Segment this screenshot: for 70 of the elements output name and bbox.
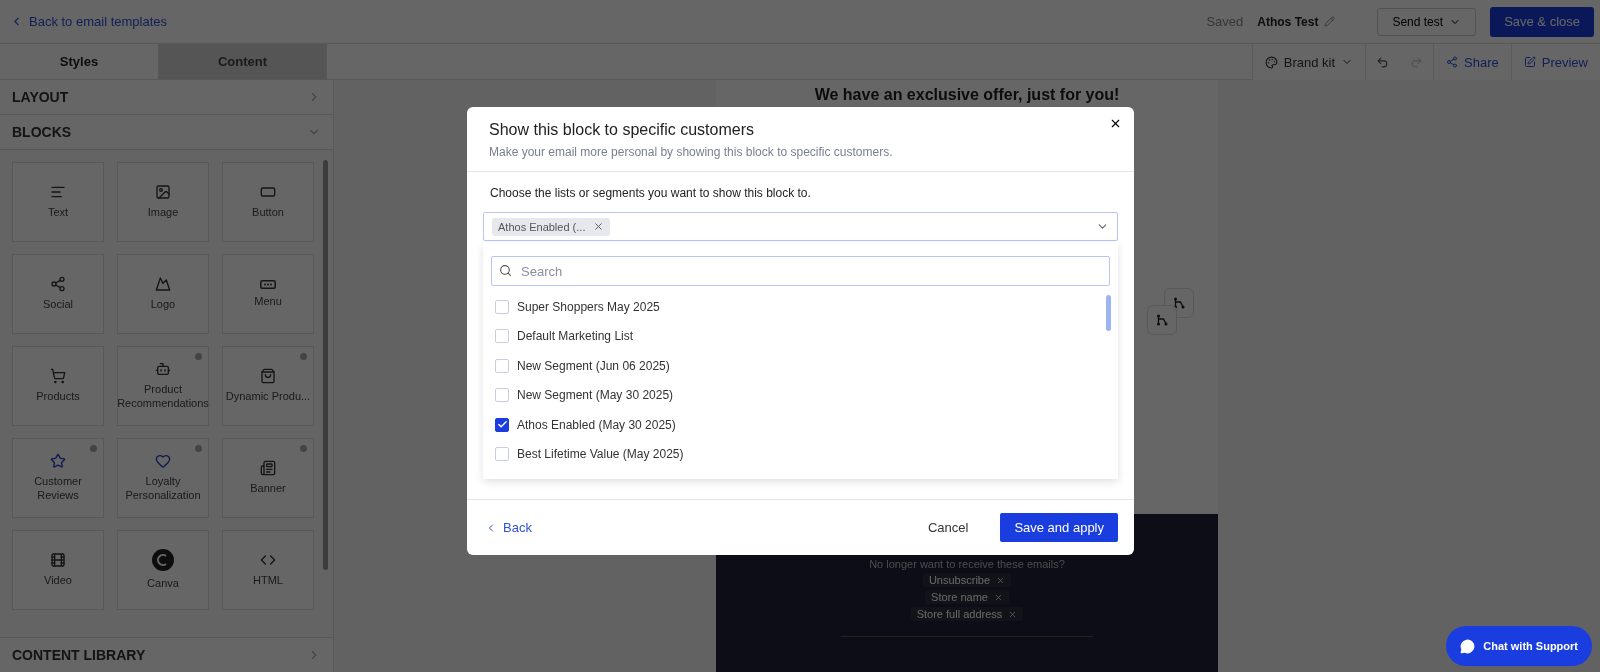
segment-option[interactable]: Default Marketing List bbox=[491, 321, 1110, 351]
segment-select[interactable]: Athos Enabled (... bbox=[483, 212, 1118, 241]
segment-option[interactable]: Super Shoppers May 2025 bbox=[491, 292, 1110, 322]
dialog-subtitle: Make your email more personal by showing this block to specific customers. bbox=[489, 145, 894, 159]
image-icon bbox=[155, 184, 171, 201]
editor-tab[interactable]: Content bbox=[159, 44, 327, 79]
preview-button[interactable]: Preview bbox=[1510, 44, 1600, 80]
undo-button[interactable] bbox=[1365, 44, 1400, 80]
preview-icon bbox=[1523, 56, 1536, 68]
dots-icon bbox=[260, 279, 276, 289]
block-tile[interactable]: Customer Reviews bbox=[12, 438, 104, 518]
block-tile[interactable]: Logo bbox=[117, 254, 209, 334]
chat-button[interactable]: Chat with Support bbox=[1446, 626, 1592, 666]
scrollbar bbox=[1106, 295, 1111, 331]
template-name: Athos Test bbox=[1257, 14, 1319, 29]
close-icon bbox=[1008, 609, 1018, 619]
search-icon bbox=[499, 264, 512, 277]
segment-option[interactable]: Athos Enabled (May 30 2025) bbox=[491, 410, 1110, 440]
film-icon bbox=[50, 552, 66, 569]
block-tile[interactable]: Banner bbox=[222, 438, 314, 518]
send-test-button[interactable]: Send test bbox=[1377, 7, 1477, 36]
email-headline: We have an exclusive offer, just for you! bbox=[814, 86, 1120, 104]
back-button[interactable]: Back bbox=[485, 520, 532, 535]
block-tile[interactable]: Menu bbox=[222, 254, 314, 334]
cancel-button[interactable]: Cancel bbox=[921, 519, 975, 536]
pencil-icon[interactable] bbox=[1324, 16, 1336, 27]
search-field[interactable]: Search bbox=[491, 256, 1110, 286]
block-tile[interactable]: Video bbox=[12, 530, 104, 610]
dialog-title: Show this block to specific customers bbox=[489, 121, 755, 139]
block-tile[interactable]: Product Recommendations bbox=[117, 346, 209, 426]
share-button[interactable]: Share bbox=[1433, 44, 1511, 80]
block-tile[interactable]: HTML bbox=[222, 530, 314, 610]
block-tile[interactable]: Social bbox=[12, 254, 104, 334]
block-tile[interactable]: Image bbox=[117, 162, 209, 242]
branch-icon[interactable] bbox=[1173, 297, 1185, 309]
save-close-button[interactable]: Save & close bbox=[1490, 6, 1594, 37]
heart-icon bbox=[155, 453, 171, 470]
segment-option[interactable]: New Segment (Jun 06 2025) bbox=[491, 351, 1110, 381]
close-icon bbox=[993, 592, 1003, 602]
robot-icon bbox=[155, 361, 171, 378]
share-icon bbox=[1446, 56, 1459, 68]
segment-option[interactable]: New Segment (May 30 2025) bbox=[491, 380, 1110, 410]
letter-circle-icon bbox=[152, 549, 174, 572]
block-tile[interactable]: Button bbox=[222, 162, 314, 242]
mountain-icon bbox=[155, 276, 171, 293]
block-tile[interactable]: Loyalty Personalization bbox=[117, 438, 209, 518]
segment-option[interactable]: Best Lifetime Value (May 2025) bbox=[491, 439, 1110, 469]
merge-tag: Unsubscribe bbox=[922, 573, 1012, 587]
block-tile[interactable]: Text bbox=[12, 162, 104, 242]
back-link[interactable]: Back to email templates bbox=[10, 14, 167, 29]
branch-icon[interactable] bbox=[1156, 314, 1168, 326]
merge-tag: Store name bbox=[925, 590, 1009, 604]
save-apply-button[interactable]: Save and apply bbox=[1000, 513, 1118, 542]
star-icon bbox=[50, 453, 66, 470]
block-tile[interactable]: Products bbox=[12, 346, 104, 426]
share-icon bbox=[50, 276, 66, 293]
block-tile[interactable]: Canva bbox=[117, 530, 209, 610]
undo-icon bbox=[1376, 55, 1390, 69]
brand-kit-button[interactable]: Brand kit bbox=[1251, 44, 1366, 80]
selected-chip[interactable]: Athos Enabled (... bbox=[492, 217, 611, 236]
cart-icon bbox=[50, 368, 66, 385]
newspaper-icon bbox=[260, 460, 276, 477]
bag-icon bbox=[260, 368, 276, 385]
palette-icon bbox=[1264, 55, 1278, 69]
checkbox[interactable] bbox=[495, 417, 509, 432]
close-icon bbox=[996, 575, 1006, 585]
merge-tag: Store full address bbox=[910, 607, 1024, 621]
chat-icon bbox=[1460, 638, 1476, 654]
block-tile[interactable]: Dynamic Produ... bbox=[222, 346, 314, 426]
prompt-text: Choose the lists or segments you want to show this block to. bbox=[489, 186, 812, 200]
